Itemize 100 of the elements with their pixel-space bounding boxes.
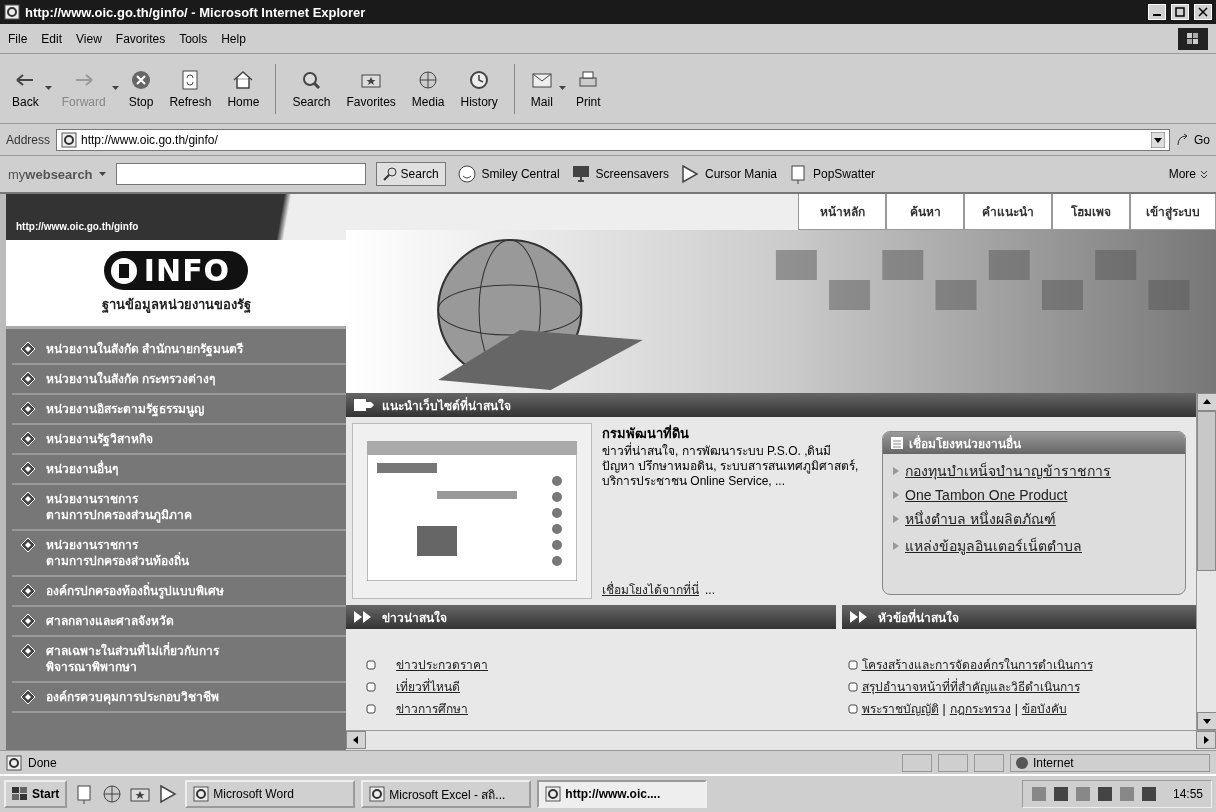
page-e-icon <box>545 786 562 802</box>
minimize-button[interactable] <box>1148 4 1166 20</box>
scroll-right-button[interactable] <box>1196 731 1216 749</box>
square-bullet-icon <box>847 703 858 714</box>
square-bullet-icon <box>847 681 858 692</box>
menu-item[interactable]: Help <box>221 31 246 46</box>
dropdown-arrow-icon[interactable] <box>1151 131 1165 148</box>
diamond-bullet-icon <box>20 583 36 599</box>
dropdown-caret-icon[interactable] <box>98 171 106 177</box>
nav-tab[interactable]: ค้นหา <box>886 194 964 230</box>
news-link[interactable]: ข่าวประกวดราคา <box>396 655 488 674</box>
diamond-bullet-icon <box>20 613 36 629</box>
topic-link[interactable]: พระราชบัญญัติ <box>861 699 939 718</box>
search-button[interactable]: Search <box>375 162 446 186</box>
topic-link[interactable]: โครงสร้างและการจัดองค์กรในการดำเนินการ <box>861 655 1093 674</box>
toolbar-button[interactable]: Print <box>569 66 607 111</box>
section-title: แนะนำเว็บไซต์ที่น่าสนใจ <box>382 396 511 415</box>
globe-icon <box>1015 755 1029 770</box>
diamond-bullet-icon <box>20 341 36 357</box>
toolbar-button[interactable]: Home <box>221 66 266 111</box>
taskbar-button[interactable]: Microsoft Word <box>185 780 356 808</box>
nav-tab[interactable]: เข้าสู่ระบบ <box>1130 194 1216 230</box>
toolbar-button[interactable]: Mail <box>524 66 559 111</box>
sidebar-item[interactable]: ศาลกลางและศาลจังหวัด <box>12 607 346 637</box>
diamond-bullet-icon <box>20 371 36 387</box>
maximize-button[interactable] <box>1171 4 1189 20</box>
agency-link[interactable]: หนึ่งตำบล หนึ่งผลิตภัณฑ์ <box>905 508 1056 530</box>
address-field[interactable]: http://www.oic.go.th/ginfo/ <box>56 128 1170 151</box>
banner-url: http://www.oic.go.th/ginfo <box>16 221 139 232</box>
menu-item[interactable]: View <box>76 31 102 46</box>
sidebar-item[interactable]: หน่วยงานรัฐวิสาหกิจ <box>12 425 346 455</box>
topic-link[interactable]: กฎกระทรวง <box>949 699 1011 718</box>
start-button[interactable]: Start <box>4 780 68 808</box>
topic-link[interactable]: ข้อบังคับ <box>1021 699 1067 718</box>
toolbar-button[interactable]: Back <box>6 66 45 111</box>
toolbar-button[interactable]: Stop <box>122 66 160 111</box>
logo-text: INFO <box>143 253 231 288</box>
panel-title: เชื่อมโยงหน่วยงานอื่น <box>909 434 1021 453</box>
nav-tab[interactable]: โฮมเพจ <box>1052 194 1130 230</box>
status-text: Done <box>28 755 57 770</box>
scroll-up-button[interactable] <box>1197 393 1216 411</box>
mywebsearch-brand[interactable]: mywebsearch <box>8 166 93 182</box>
agency-link[interactable]: One Tambon One Product <box>905 487 1068 503</box>
square-bullet-icon <box>366 681 376 692</box>
double-chevron-icon <box>1200 169 1208 179</box>
vertical-scrollbar[interactable] <box>1196 393 1216 730</box>
toolbar-link[interactable]: Cursor Mania <box>679 163 777 185</box>
status-pane <box>974 753 1004 772</box>
status-pane <box>938 753 968 772</box>
status-pane <box>902 753 932 772</box>
horizontal-scrollbar[interactable] <box>346 730 1216 750</box>
tray-icon[interactable] <box>1052 786 1069 802</box>
scroll-left-button[interactable] <box>346 731 366 749</box>
close-button[interactable] <box>1194 4 1212 20</box>
window-title: http://www.oic.go.th/ginfo/ - Microsoft Internet Explorer <box>25 4 366 20</box>
toolbar-button[interactable]: Search <box>286 66 337 111</box>
toolbar-link[interactable]: PopSwatter <box>787 163 876 185</box>
agency-link[interactable]: กองทุนบำเหน็จบำนาญข้าราชการ <box>905 460 1111 482</box>
dropdown-caret-icon[interactable] <box>44 86 52 91</box>
go-button[interactable]: Go <box>1176 132 1210 147</box>
toolbar-button[interactable]: Media <box>405 66 451 111</box>
toolbar-button[interactable]: History <box>454 66 504 111</box>
windows-flag-icon <box>1178 27 1208 50</box>
taskbar-button[interactable]: http://www.oic.... <box>537 780 708 808</box>
taskbar-button[interactable]: Microsoft Excel - สถิ... <box>361 780 532 808</box>
sidebar-item[interactable]: หน่วยงานในสังกัด สำนักนายกรัฐมนตรี <box>12 335 346 365</box>
agency-link[interactable]: แหล่งข้อมูลอินเตอร์เน็ตตำบล <box>905 535 1082 557</box>
diamond-bullet-icon <box>20 491 36 507</box>
site-link[interactable]: เชื่อมโยงได้จากที่นี่ <box>602 580 699 599</box>
menu-item[interactable]: Favorites <box>115 31 166 46</box>
menu-item[interactable]: Edit <box>41 31 63 46</box>
square-bullet-icon <box>366 659 376 670</box>
sidebar-item[interactable]: องค์กรปกครองท้องถิ่นรูปแบบพิเศษ <box>12 577 346 607</box>
toolbar-button[interactable]: Favorites <box>340 66 402 111</box>
nav-tab[interactable]: หน้าหลัก <box>798 194 886 230</box>
down-triangle-icon <box>1202 716 1212 726</box>
menu-item[interactable]: File <box>8 31 28 46</box>
news-link[interactable]: ข่าวการศึกษา <box>396 699 468 718</box>
search-input[interactable] <box>115 163 366 185</box>
sidebar-item[interactable]: หน่วยงานในสังกัด กระทรวงต่างๆ <box>12 365 346 395</box>
toolbar-link[interactable]: Smiley Central <box>455 163 560 185</box>
dropdown-caret-icon[interactable] <box>558 86 566 91</box>
toolbar-button[interactable]: Refresh <box>163 66 218 111</box>
page-e-icon <box>6 754 22 771</box>
sidebar-item[interactable]: องค์กรควบคุมการประกอบวิชาชีพ <box>12 683 346 713</box>
sidebar-item[interactable]: หน่วยงานอิสระตามรัฐธรรมนูญ <box>12 395 346 425</box>
left-triangle-icon <box>351 735 361 745</box>
tray-icon[interactable] <box>1096 786 1113 802</box>
nav-tab[interactable]: คำแนะนำ <box>964 194 1052 230</box>
tray-icon[interactable] <box>1140 786 1157 802</box>
scrollbar-thumb[interactable] <box>1197 411 1216 571</box>
news-link[interactable]: เที่ยวที่ไหนดี <box>396 677 460 696</box>
scroll-down-button[interactable] <box>1197 712 1216 730</box>
topic-link[interactable]: สรุปอำนาจหน้าที่ที่สำคัญและวิธีดำเนินการ <box>861 677 1080 696</box>
menu-item[interactable]: Tools <box>179 31 208 46</box>
sidebar-item[interactable]: หน่วยงานอื่นๆ <box>12 455 346 485</box>
more-button[interactable]: More <box>1168 167 1208 181</box>
logo-emblem-icon <box>109 256 138 285</box>
toolbar-link[interactable]: Screensavers <box>569 163 669 185</box>
stop-icon <box>130 68 153 91</box>
